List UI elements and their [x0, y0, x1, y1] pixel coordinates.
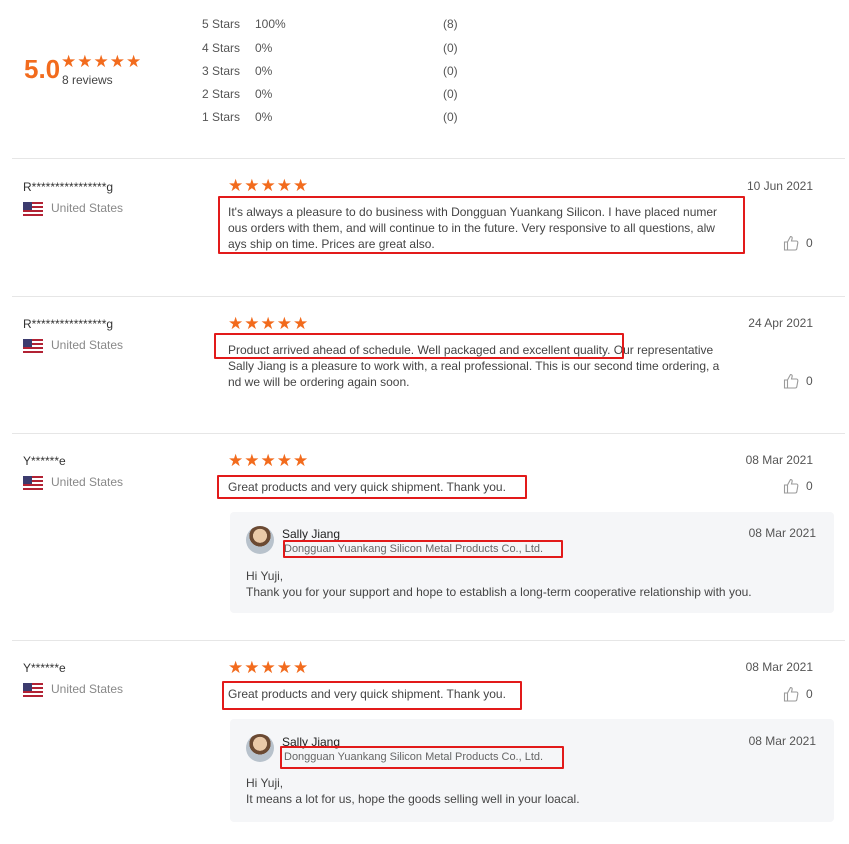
reply-date: 08 Mar 2021	[748, 526, 816, 540]
review-text-line: Sally Jiang is a pleasure to work with, …	[228, 359, 720, 373]
review-date: 10 Jun 2021	[746, 179, 813, 193]
like-count: 0	[806, 479, 813, 493]
reply-text-line: It means a lot for us, hope the goods se…	[246, 792, 580, 806]
distribution-count: (0)	[443, 110, 458, 124]
thumbs-up-icon[interactable]	[783, 235, 799, 251]
reply-text: Hi Yuji, It means a lot for us, hope the…	[246, 775, 580, 807]
divider	[12, 296, 845, 297]
avatar	[246, 734, 274, 762]
highlight-box	[218, 196, 745, 254]
reply-text-line: Thank you for your support and hope to e…	[246, 585, 752, 599]
like-count: 0	[806, 236, 813, 250]
seller-reply: Sally Jiang Dongguan Yuankang Silicon Me…	[230, 719, 834, 822]
divider	[12, 158, 845, 159]
reviewer-name: Y******e	[23, 661, 66, 675]
reviewer-name: R****************g	[23, 180, 114, 194]
distribution-label: 4 Stars	[202, 41, 241, 55]
review-stars-icon: ★★★★★	[228, 658, 310, 677]
rating-stars-icon: ★★★★★	[61, 52, 143, 71]
distribution-count: (8)	[443, 17, 458, 31]
us-flag-icon	[23, 339, 43, 353]
reviewer-country: United States	[51, 338, 124, 352]
review-text-line: nd we will be ordering again soon.	[228, 375, 410, 389]
seller-reply: Sally Jiang Dongguan Yuankang Silicon Me…	[230, 512, 834, 613]
highlight-box	[217, 475, 527, 499]
distribution-count: (0)	[443, 64, 458, 78]
like-count: 0	[806, 687, 813, 701]
thumbs-up-icon[interactable]	[783, 373, 799, 389]
like-count: 0	[806, 374, 813, 388]
highlight-box	[283, 540, 563, 558]
distribution-count: (0)	[443, 41, 458, 55]
reviewer-country: United States	[51, 475, 124, 489]
distribution-percent: 0%	[255, 64, 273, 78]
reply-text-line: Hi Yuji,	[246, 776, 284, 790]
review-stars-icon: ★★★★★	[228, 451, 310, 470]
distribution-percent: 0%	[255, 87, 273, 101]
distribution-count: (0)	[443, 87, 458, 101]
reply-text: Hi Yuji, Thank you for your support and …	[246, 568, 752, 600]
review-date: 24 Apr 2021	[748, 316, 813, 330]
reply-date: 08 Mar 2021	[748, 734, 816, 748]
rating-score: 5.0	[24, 54, 61, 84]
highlight-box	[280, 746, 564, 769]
highlight-box	[222, 681, 522, 710]
distribution-label: 2 Stars	[202, 87, 241, 101]
review-date: 08 Mar 2021	[745, 453, 813, 467]
review-count: 8 reviews	[62, 73, 113, 87]
us-flag-icon	[23, 683, 43, 697]
reviewer-name: R****************g	[23, 317, 114, 331]
reviewer-name: Y******e	[23, 454, 66, 468]
distribution-percent: 100%	[255, 17, 286, 31]
distribution-percent: 0%	[255, 110, 273, 124]
review-stars-icon: ★★★★★	[228, 314, 310, 333]
distribution-label: 1 Stars	[202, 110, 241, 124]
reviewer-country: United States	[51, 201, 124, 215]
highlight-box	[214, 333, 624, 359]
divider	[12, 640, 845, 641]
divider	[12, 433, 845, 434]
distribution-label: 5 Stars	[202, 17, 241, 31]
avatar	[246, 526, 274, 554]
thumbs-up-icon[interactable]	[783, 686, 799, 702]
distribution-label: 3 Stars	[202, 64, 241, 78]
reply-author-name: Sally Jiang	[282, 527, 341, 541]
reviewer-country: United States	[51, 682, 124, 696]
review-date: 08 Mar 2021	[745, 660, 813, 674]
us-flag-icon	[23, 202, 43, 216]
thumbs-up-icon[interactable]	[783, 478, 799, 494]
us-flag-icon	[23, 476, 43, 490]
distribution-percent: 0%	[255, 41, 273, 55]
reply-text-line: Hi Yuji,	[246, 569, 284, 583]
review-stars-icon: ★★★★★	[228, 176, 310, 195]
